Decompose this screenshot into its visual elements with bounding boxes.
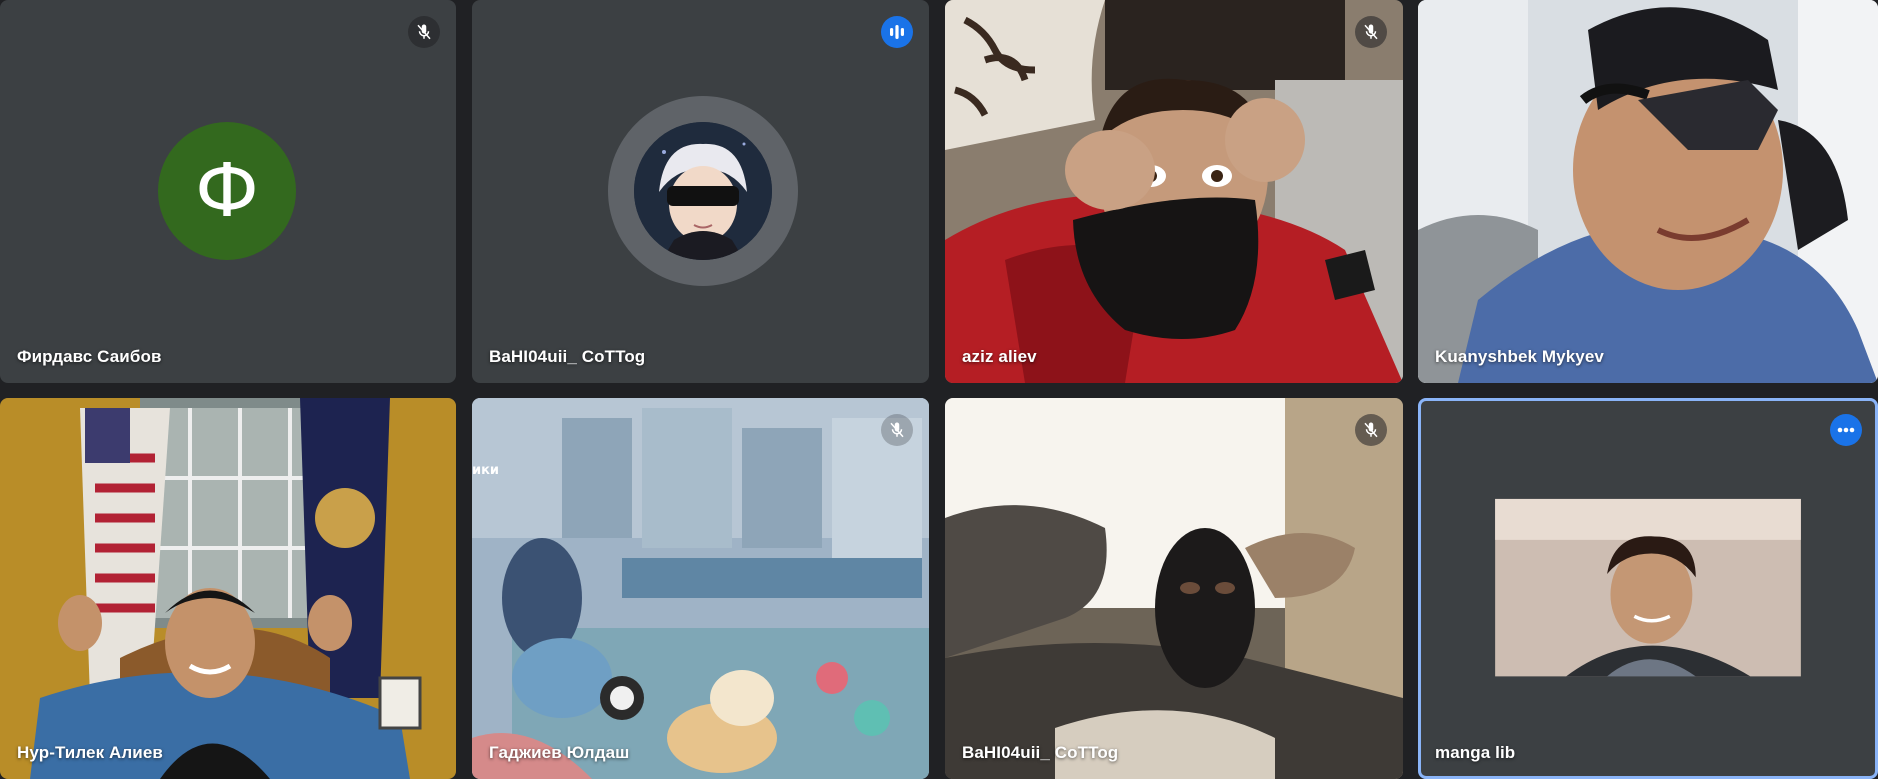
video-feed <box>1418 0 1878 383</box>
participant-tile[interactable]: BaHI04uii_ CoTTog <box>472 0 929 383</box>
overlay-text: ики <box>472 463 499 478</box>
participant-name: aziz aliev <box>962 347 1037 366</box>
video-feed <box>945 0 1403 383</box>
participant-name: manga lib <box>1435 743 1516 762</box>
participant-tile[interactable]: ики Гаджиев Юлдаш <box>472 398 929 779</box>
participant-tile[interactable]: aziz aliev <box>945 0 1403 383</box>
participant-name: BaHI04uii_ CoTTog <box>489 347 646 366</box>
participant-name: Нур-Тилек Алиев <box>17 743 163 762</box>
participant-name: Фирдавс Саибов <box>17 347 162 366</box>
mic-off-icon <box>881 414 913 446</box>
more-options-icon[interactable] <box>1830 414 1862 446</box>
participant-tile[interactable]: Ф Фирдавс Саибов <box>0 0 456 383</box>
participant-name: BaHI04uii_ CoTTog <box>962 743 1119 762</box>
participant-name: Гаджиев Юлдаш <box>489 743 630 762</box>
mic-off-icon <box>408 16 440 48</box>
video-feed <box>1495 498 1801 677</box>
avatar <box>608 96 798 286</box>
avatar: Ф <box>158 122 296 260</box>
participant-name: Kuanyshbek Mykyev <box>1435 347 1604 366</box>
video-feed: ики <box>472 398 929 779</box>
meeting-grid: Ф Фирдавс Саибов BaHI04uii_ CoTTog aziz … <box>0 0 1878 779</box>
mic-off-icon <box>1355 16 1387 48</box>
participant-tile[interactable]: BaHI04uii_ CoTTog <box>945 398 1403 779</box>
video-feed <box>945 398 1403 779</box>
mic-off-icon <box>1355 414 1387 446</box>
audio-level-icon <box>881 16 913 48</box>
participant-tile[interactable]: Нур-Тилек Алиев <box>0 398 456 779</box>
participant-tile[interactable]: Kuanyshbek Mykyev <box>1418 0 1878 383</box>
video-feed <box>0 398 456 779</box>
participant-tile-active[interactable]: manga lib <box>1418 398 1878 779</box>
avatar-image <box>634 122 772 260</box>
